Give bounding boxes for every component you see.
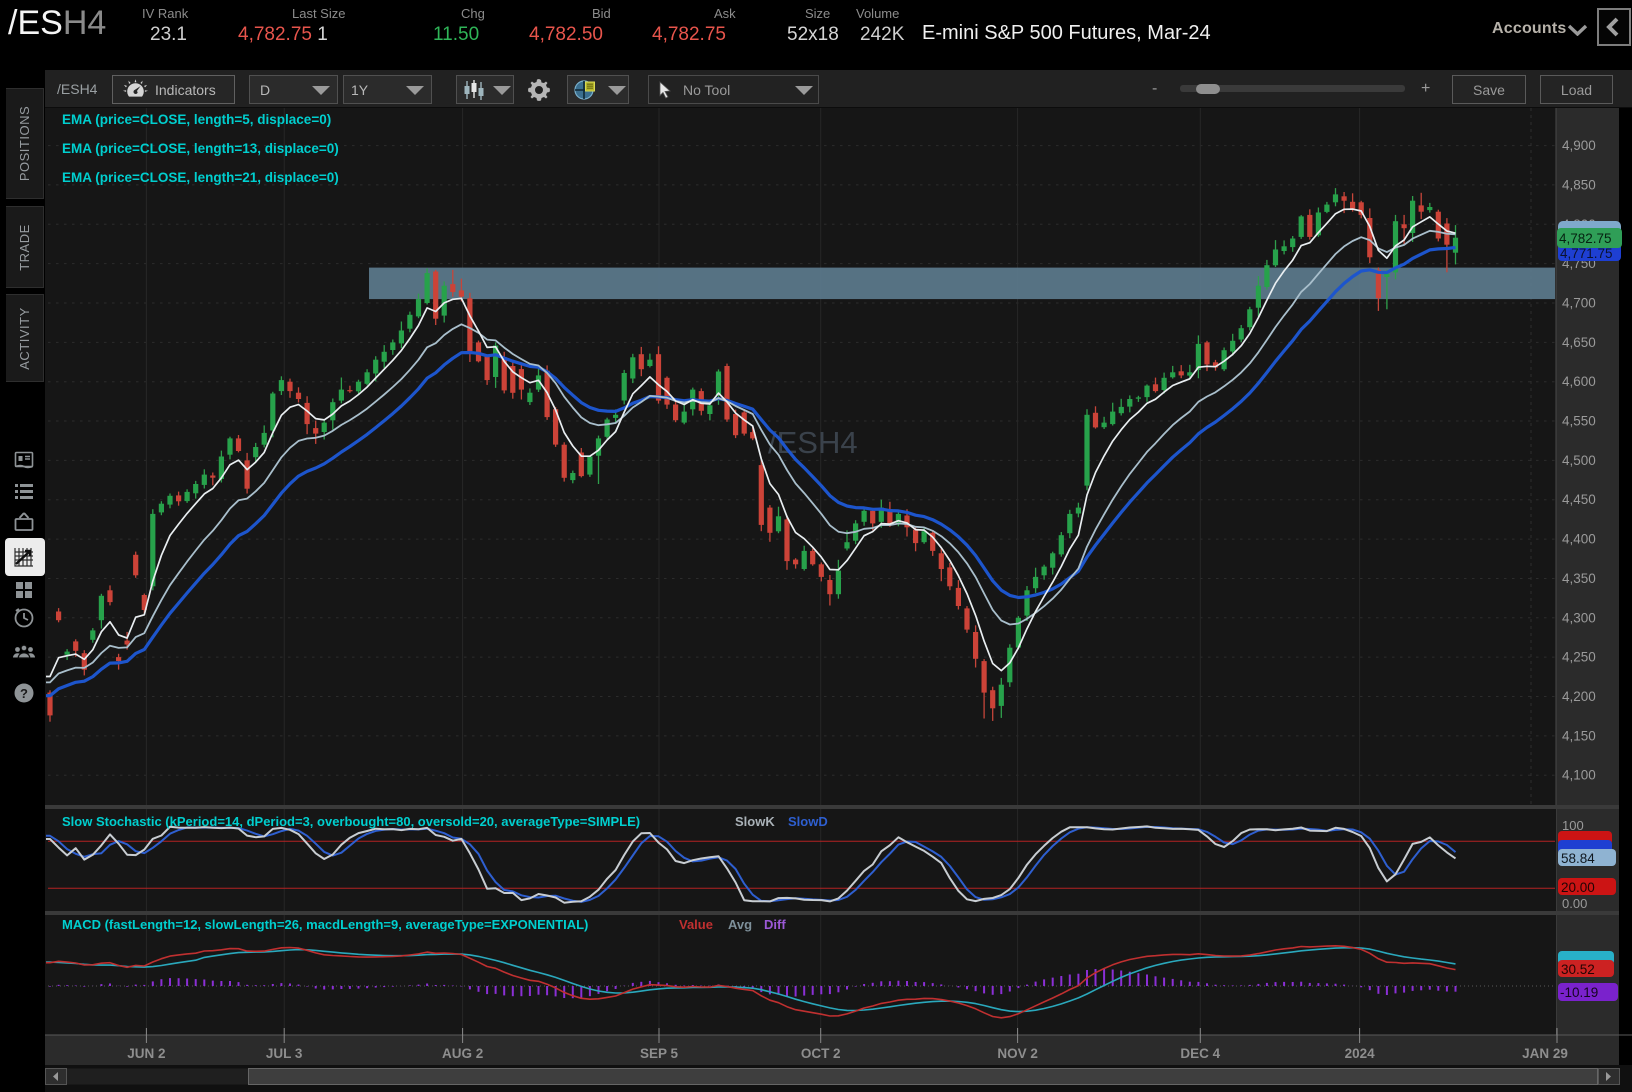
svg-text:4,900: 4,900 <box>1562 138 1596 153</box>
svg-text:EMA (price=CLOSE, length=13, d: EMA (price=CLOSE, length=13, displace=0) <box>62 141 339 156</box>
svg-text:Diff: Diff <box>764 917 786 932</box>
svg-text:4,300: 4,300 <box>1562 610 1596 625</box>
svg-text:2024: 2024 <box>1345 1046 1376 1061</box>
svg-text:OCT 2: OCT 2 <box>801 1046 841 1061</box>
svg-text:?: ? <box>20 686 28 701</box>
svg-text:NOV 2: NOV 2 <box>997 1046 1038 1061</box>
svg-text:4,400: 4,400 <box>1562 532 1596 547</box>
svg-text:JUN 2: JUN 2 <box>127 1046 165 1061</box>
svg-text:EMA (price=CLOSE, length=21, d: EMA (price=CLOSE, length=21, displace=0) <box>62 170 339 185</box>
svg-text:4,350: 4,350 <box>1562 571 1596 586</box>
svg-text:DEC 4: DEC 4 <box>1180 1046 1220 1061</box>
svg-text:SEP 5: SEP 5 <box>640 1046 679 1061</box>
svg-text:4,771.75: 4,771.75 <box>1560 246 1613 261</box>
svg-text:30.52: 30.52 <box>1561 962 1595 977</box>
svg-text:4,650: 4,650 <box>1562 335 1596 350</box>
svg-text:4,150: 4,150 <box>1562 728 1596 743</box>
svg-text:-10.19: -10.19 <box>1560 985 1598 1000</box>
svg-text:SlowK: SlowK <box>735 814 775 829</box>
svg-text:Avg: Avg <box>728 917 752 932</box>
svg-text:100: 100 <box>1562 818 1584 833</box>
svg-text:20.00: 20.00 <box>1561 880 1595 895</box>
svg-text:Slow Stochastic (kPeriod=14, d: Slow Stochastic (kPeriod=14, dPeriod=3, … <box>62 814 640 829</box>
svg-text:JAN 29: JAN 29 <box>1522 1046 1568 1061</box>
svg-text:4,500: 4,500 <box>1562 453 1596 468</box>
svg-text:4,250: 4,250 <box>1562 650 1596 665</box>
svg-text:4,700: 4,700 <box>1562 296 1596 311</box>
svg-text:JUL 3: JUL 3 <box>266 1046 303 1061</box>
svg-text:0.00: 0.00 <box>1562 896 1587 911</box>
svg-text:4,600: 4,600 <box>1562 374 1596 389</box>
svg-text:58.84: 58.84 <box>1561 851 1595 866</box>
svg-text:SlowD: SlowD <box>788 814 828 829</box>
svg-text:Value: Value <box>679 917 713 932</box>
svg-text:AUG 2: AUG 2 <box>442 1046 483 1061</box>
svg-text:4,850: 4,850 <box>1562 177 1596 192</box>
svg-text:4,782.75: 4,782.75 <box>1559 231 1612 246</box>
svg-text:EMA (price=CLOSE, length=5, di: EMA (price=CLOSE, length=5, displace=0) <box>62 112 331 127</box>
svg-text:4,100: 4,100 <box>1562 768 1596 783</box>
svg-text:4,550: 4,550 <box>1562 414 1596 429</box>
svg-text:MACD (fastLength=12, slowLengt: MACD (fastLength=12, slowLength=26, macd… <box>62 917 588 932</box>
svg-text:4,450: 4,450 <box>1562 492 1596 507</box>
svg-text:4,200: 4,200 <box>1562 689 1596 704</box>
